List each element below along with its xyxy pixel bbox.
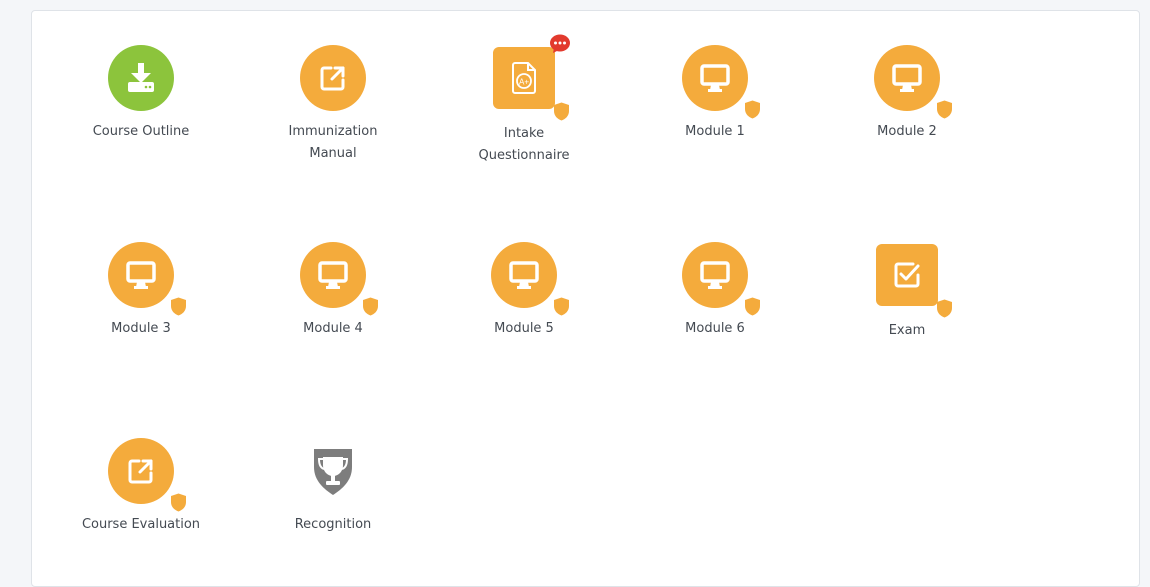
course-item-icon-wrap (874, 244, 952, 318)
monitor-icon (682, 242, 748, 308)
monitor-icon (874, 45, 940, 111)
course-item-label: Module 6 (685, 321, 745, 336)
course-item-module-1[interactable]: Module 1 (640, 45, 790, 143)
course-item-icon-wrap (682, 242, 760, 316)
course-item-icon-wrap (874, 45, 952, 119)
course-item-icon-wrap (300, 438, 366, 504)
course-item-label: Module 1 (685, 124, 745, 139)
course-item-label: Module 5 (494, 321, 554, 336)
course-item-icon-wrap (300, 242, 378, 316)
shield-badge-icon (936, 299, 953, 318)
course-item-icon-wrap (108, 45, 174, 111)
course-item-recognition[interactable]: Recognition (258, 438, 408, 536)
monitor-icon (491, 242, 557, 308)
course-item-icon-wrap (491, 242, 569, 316)
monitor-icon (300, 242, 366, 308)
checkbox-icon (876, 244, 938, 306)
course-item-icon-wrap (682, 45, 760, 119)
svg-text:A+: A+ (519, 78, 529, 87)
course-item-label: Module 4 (303, 321, 363, 336)
course-item-label: Exam (888, 323, 926, 338)
course-item-label: Course Outline (92, 124, 190, 139)
trophy-icon (300, 438, 366, 504)
course-item-icon-wrap: A+ (491, 34, 570, 121)
download-icon (108, 45, 174, 111)
course-item-module-6[interactable]: Module 6 (640, 242, 790, 340)
course-item-icon-wrap (108, 438, 186, 512)
monitor-icon (108, 242, 174, 308)
shield-badge-icon (936, 100, 953, 119)
course-item-module-5[interactable]: Module 5 (449, 242, 599, 340)
course-item-label: Module 3 (111, 321, 171, 336)
course-item-immunization-manual[interactable]: Immunization Manual (258, 45, 408, 165)
comment-notification-icon[interactable] (549, 34, 571, 54)
course-item-label: Course Evaluation (81, 517, 201, 532)
course-item-course-evaluation[interactable]: Course Evaluation (66, 438, 216, 536)
external-link-icon (108, 438, 174, 504)
course-item-module-4[interactable]: Module 4 (258, 242, 408, 340)
shield-badge-icon (362, 297, 379, 316)
course-item-icon-wrap (108, 242, 186, 316)
course-item-label: Intake Questionnaire (478, 126, 570, 163)
course-item-label: Recognition (294, 517, 372, 532)
shield-badge-icon (744, 100, 761, 119)
course-item-exam[interactable]: Exam (832, 242, 982, 342)
course-item-course-outline[interactable]: Course Outline (66, 45, 216, 143)
shield-badge-icon (744, 297, 761, 316)
graded-document-icon: A+ (493, 47, 555, 109)
shield-badge-icon (553, 297, 570, 316)
shield-badge-icon (553, 102, 570, 121)
course-item-intake-questionnaire[interactable]: A+ Intake Questionnaire (449, 34, 599, 167)
course-item-label: Immunization Manual (288, 124, 378, 161)
shield-badge-icon (170, 297, 187, 316)
course-item-label: Module 2 (877, 124, 937, 139)
course-item-icon-wrap (300, 45, 366, 111)
course-item-module-2[interactable]: Module 2 (832, 45, 982, 143)
shield-badge-icon (170, 493, 187, 512)
monitor-icon (682, 45, 748, 111)
external-link-icon (300, 45, 366, 111)
course-item-module-3[interactable]: Module 3 (66, 242, 216, 340)
